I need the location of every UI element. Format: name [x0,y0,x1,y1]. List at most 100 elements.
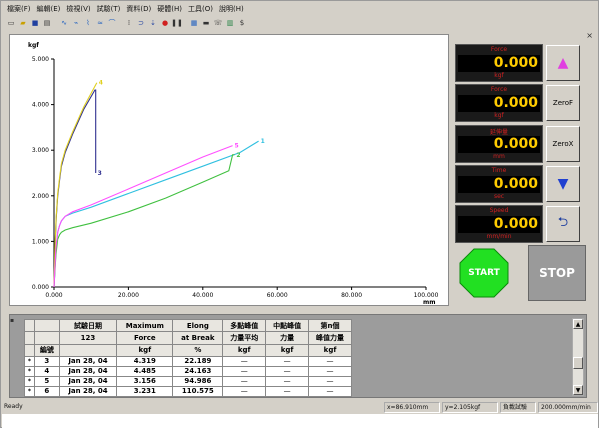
zero-elongation-button[interactable]: ZeroX [546,126,580,162]
table-row[interactable]: * 6 Jan 28, 04 3.231 110.575 — — — [24,385,352,398]
header-cell: 力量 [265,331,310,345]
cell-date: Jan 28, 04 [58,375,118,387]
save-icon[interactable]: ■ [30,18,40,28]
jog-up-button[interactable]: ▲ [546,45,580,81]
cell-avg-peak: — [222,375,267,387]
cell-date: Jan 28, 04 [58,385,118,398]
scroll-up-icon[interactable]: ▲ [573,319,583,329]
display-value: 0.000 [458,216,540,233]
table-resize-icon[interactable]: ▪ [10,317,16,324]
table-row[interactable]: * 3 Jan 28, 04 4.319 22.189 — — — [24,355,352,367]
cell-elong: 22.189 [172,355,224,367]
panel-close-icon[interactable]: × [586,31,593,40]
open-icon[interactable]: ▰ [18,18,28,28]
y-tick-label: 5.000 [32,56,49,63]
header-cell [24,343,35,357]
cell-nth-peak: — [308,365,352,377]
header-cell [58,343,118,357]
header-cell: kgf [116,343,174,357]
display-value: 0.000 [458,136,540,153]
chart-icon[interactable]: ⌁ [71,18,81,28]
display-time: Time 0.000 sec [455,165,543,203]
table-row[interactable]: * 4 Jan 28, 04 4.485 24.163 — — — [24,365,352,377]
menu-bar: 檔案(F) 編輯(E) 檢視(V) 試驗(T) 資料(D) 硬體(H) 工具(O… [3,3,597,15]
chart2-icon[interactable]: ⌇ [83,18,93,28]
curve-icon[interactable]: ∿ [59,18,69,28]
series-line-5 [53,145,233,288]
series-line-4 [53,82,98,288]
return-button[interactable]: ⮌ [546,206,580,242]
jog-down-button[interactable]: ▼ [546,166,580,202]
chart4-icon[interactable]: ⌒ [107,18,117,28]
scroll-down-icon[interactable]: ▼ [573,385,583,395]
series-line-1 [53,140,259,288]
row-marker: * [24,375,35,387]
cell-id: 6 [34,385,60,398]
table-row[interactable]: * 5 Jan 28, 04 3.156 94.986 — — — [24,375,352,387]
control-panel: × Force 0.000 kgf Force 0.000 kgf 延伸量 0.… [453,31,595,306]
bars-icon[interactable]: ▥ [225,18,235,28]
cell-nth-peak: — [308,385,352,398]
header-cell: 編號 [34,343,60,357]
row-marker: * [24,385,35,398]
start-button[interactable]: START [455,245,513,301]
display-value: 0.000 [458,176,540,193]
display-top-label: Time [491,167,507,174]
menu-file[interactable]: 檔案(F) [7,4,31,14]
header-cell: 123 [58,331,118,345]
chart3-icon[interactable]: ≈ [95,18,105,28]
header-cell: 第n個 [308,318,352,333]
display-bottom-label: mm/min [486,233,512,240]
return-icon: ⮌ [557,215,569,230]
results-table-panel: ▪ 試驗日期 Maximum Elong 多點峰值 中點峰值 第n個 123 F… [9,314,587,398]
down-icon[interactable]: ⇣ [148,18,158,28]
cell-avg-peak: — [222,355,267,367]
menu-test[interactable]: 試驗(T) [97,4,121,14]
scroll-thumb[interactable] [573,357,583,369]
table-icon[interactable]: ▦ [189,18,199,28]
zero-force-button[interactable]: ZeroF [546,85,580,121]
table-header-row: 123 Force at Break 力量平均 力量 峰值力量 [24,331,352,345]
pause-icon[interactable]: ❚❚ [171,18,183,28]
menu-edit[interactable]: 編輯(E) [37,4,61,14]
header-cell: 多點峰值 [222,318,267,333]
phone-icon[interactable]: ☏ [213,18,223,28]
menu-view[interactable]: 檢視(V) [66,4,90,14]
display-force-1: Force 0.000 kgf [455,44,543,82]
display-speed: Speed 0.000 mm/min [455,205,543,243]
y-tick-label: 1.000 [32,238,49,245]
x-tick-label: 100.000 [414,292,439,299]
display-force-2: Force 0.000 kgf [455,84,543,122]
cell-force: 3.231 [116,385,174,398]
print-icon[interactable]: ▤ [42,18,52,28]
x-tick-label: 80.000 [341,292,362,299]
header-cell: kgf [222,343,267,357]
cursor-icon[interactable]: ⁞ [124,18,134,28]
menu-hardware[interactable]: 硬體(H) [157,4,182,14]
cell-id: 4 [34,365,60,377]
loop-icon[interactable]: ⊃ [136,18,146,28]
force-displacement-chart[interactable]: kgf mm 0.000 1.000 2.000 3.000 4.000 5.000 0.000… [9,34,449,306]
y-tick-label: 4.000 [32,102,49,109]
series-label-1: 1 [261,138,265,145]
stop-icon[interactable]: ● [160,18,170,28]
menu-data[interactable]: 資料(D) [126,4,151,14]
header-cell: at Break [172,331,224,345]
series-label-5: 5 [235,143,239,150]
menu-help[interactable]: 說明(H) [219,4,244,14]
header-cell: 試驗日期 [58,318,118,333]
stop-button[interactable]: STOP [528,245,586,301]
display-value: 0.000 [458,95,540,112]
dollar-icon[interactable]: $ [237,18,247,28]
display-bottom-label: kgf [494,72,504,79]
header-cell: Maximum [116,318,174,333]
grid-icon[interactable]: ▬ [201,18,211,28]
chart-svg: kgf mm 0.000 1.000 2.000 3.000 4.000 5.000 0.000… [28,42,439,305]
menu-tools[interactable]: 工具(O) [188,4,213,14]
header-cell [24,318,35,333]
table-scrollbar[interactable]: ▲ ▼ [572,318,584,396]
header-cell: 峰值力量 [308,331,352,345]
new-icon[interactable]: ▭ [6,18,16,28]
row-marker: * [24,355,35,367]
display-value: 0.000 [458,55,540,72]
